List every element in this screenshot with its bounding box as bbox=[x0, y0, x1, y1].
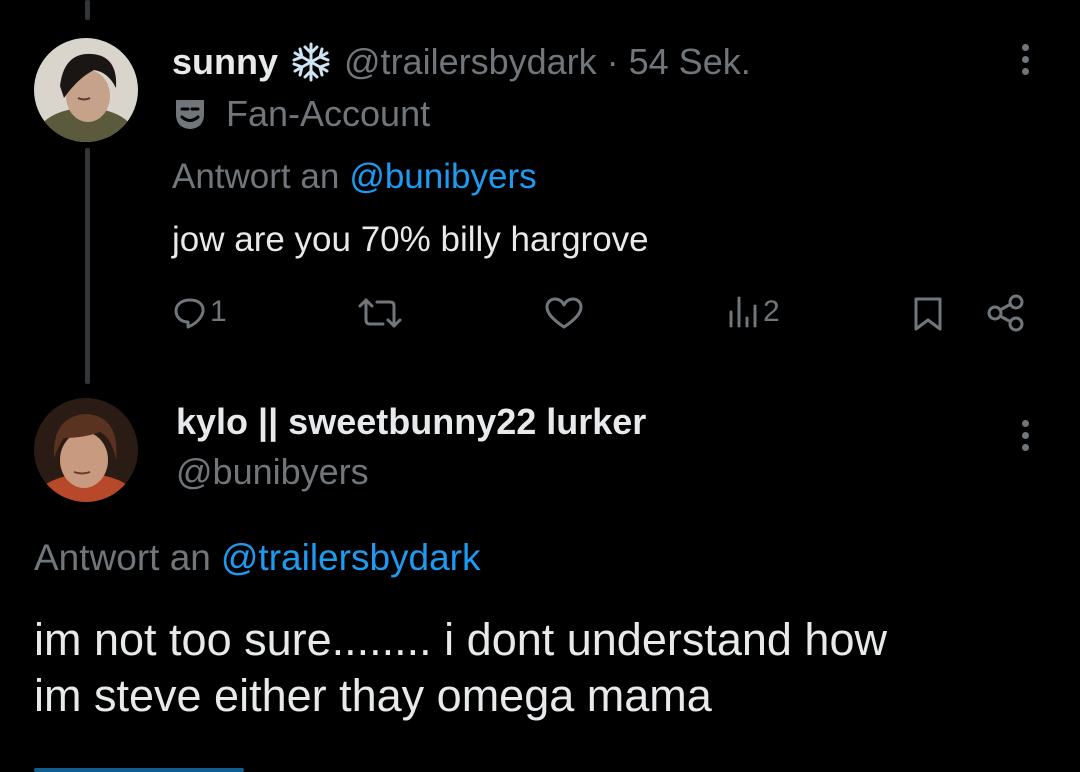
bookmark-button[interactable] bbox=[912, 296, 944, 332]
reply-to-link[interactable]: @bunibyers bbox=[349, 157, 536, 197]
avatar[interactable] bbox=[34, 398, 138, 502]
share-icon bbox=[987, 294, 1024, 332]
retweet-icon bbox=[358, 298, 402, 328]
timestamp[interactable]: 54 Sek. bbox=[629, 41, 751, 83]
reply-to-link[interactable]: @trailersbydark bbox=[221, 537, 481, 579]
separator: · bbox=[606, 41, 619, 82]
views-icon bbox=[729, 296, 757, 328]
tweet-header: kylo || sweetbunny22 lurker bbox=[176, 400, 646, 444]
tweet-text: im not too sure........ i dont understan… bbox=[34, 612, 887, 724]
retweet-button[interactable] bbox=[357, 296, 403, 330]
timeline: sunny @trailersbydark · 54 Sek. Fan-Acco… bbox=[0, 0, 1080, 772]
avatar[interactable] bbox=[34, 38, 138, 142]
display-name[interactable]: kylo || sweetbunny22 lurker bbox=[176, 401, 646, 443]
tweet-text-content: jow are you 70% billy hargrove bbox=[172, 220, 649, 259]
snowflake-icon bbox=[290, 41, 332, 83]
reply-prefix: Antwort an bbox=[172, 157, 340, 196]
handle[interactable]: @bunibyers bbox=[176, 451, 369, 493]
theater-mask-icon bbox=[172, 96, 208, 132]
reply-context: Antwort an @trailersbydark bbox=[34, 535, 481, 581]
account-label: Fan-Account bbox=[172, 92, 430, 136]
views-count: 2 bbox=[763, 295, 780, 328]
display-name[interactable]: sunny bbox=[172, 41, 278, 83]
bookmark-icon bbox=[914, 297, 942, 331]
tweet-text-line: im steve either thay omega mama bbox=[34, 670, 712, 721]
cut-off-link bbox=[34, 764, 244, 772]
reply-button[interactable]: 1 bbox=[172, 294, 227, 330]
like-button[interactable] bbox=[544, 296, 584, 330]
handle[interactable]: @trailersbydark bbox=[344, 41, 597, 83]
like-icon bbox=[545, 297, 583, 329]
views-button[interactable]: 2 bbox=[727, 294, 780, 330]
reply-context: Antwort an @bunibyers bbox=[172, 155, 537, 199]
reply-count: 1 bbox=[210, 295, 227, 328]
thread-line bbox=[85, 148, 90, 384]
more-icon[interactable] bbox=[1018, 420, 1032, 460]
account-label-text: Fan-Account bbox=[226, 93, 431, 134]
more-icon[interactable] bbox=[1018, 44, 1032, 84]
tweet-actions: 1 2 bbox=[172, 290, 1032, 340]
tweet-text-line: im not too sure........ i dont understan… bbox=[34, 614, 887, 665]
thread-line-top bbox=[85, 0, 90, 20]
reply-icon bbox=[174, 298, 205, 329]
handle-line: @bunibyers bbox=[176, 450, 369, 494]
share-button[interactable] bbox=[986, 294, 1026, 332]
reply-prefix: Antwort an bbox=[34, 537, 211, 578]
tweet-header: sunny @trailersbydark · 54 Sek. bbox=[172, 40, 751, 84]
tweet-text: jow are you 70% billy hargrove bbox=[172, 218, 649, 262]
